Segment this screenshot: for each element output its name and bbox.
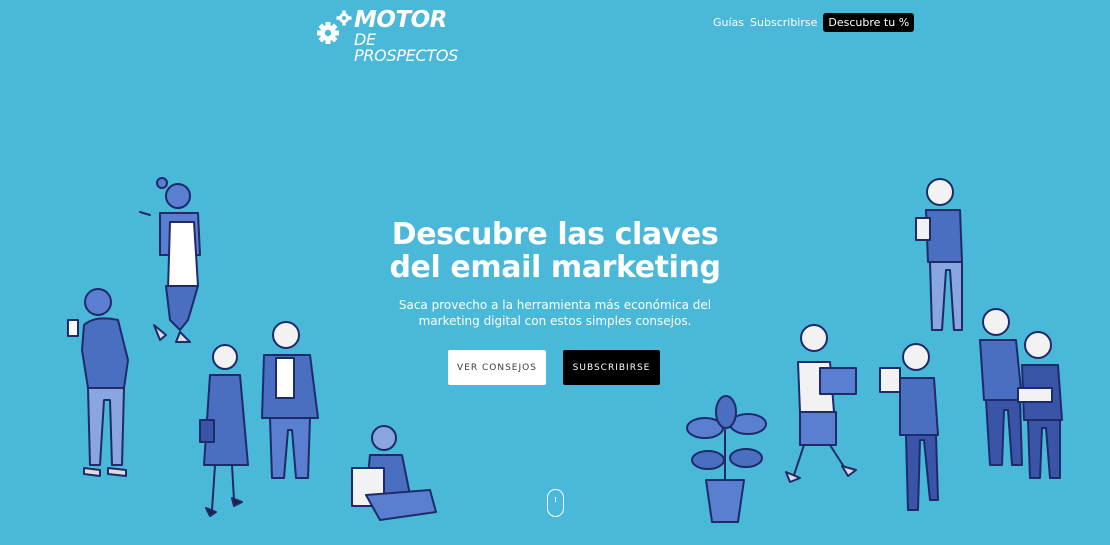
logo-subtitle: DE PROSPECTOS (354, 30, 458, 65)
person-headphones-illustration (67, 288, 129, 477)
site-logo[interactable]: MOTOR DE PROSPECTOS (316, 9, 468, 64)
nav-link-subscribirse[interactable]: Subscribirse (750, 16, 817, 29)
person-notebook-illustration (915, 178, 963, 331)
logo-title: MOTOR (354, 7, 447, 33)
subscribirse-button[interactable]: SUBSCRIBIRSE (563, 350, 660, 385)
nav-cta-button[interactable]: Descubre tu % (823, 13, 915, 32)
hero-subtitle-line2: marketing digital con estos simples cons… (418, 314, 692, 328)
person-bearded-illustration (785, 324, 857, 483)
hero-title-line1: Descubre las claves (391, 217, 719, 252)
main-nav: Guías Subscribirse Descubre tu % (713, 13, 915, 32)
nav-link-guias[interactable]: Guías (713, 16, 744, 29)
hero-subtitle-line1: Saca provecho a la herramienta más econó… (398, 298, 712, 312)
scroll-down-icon[interactable] (547, 489, 564, 517)
person-apron-illustration (139, 177, 201, 343)
hero-title: Descubre las claves del email marketing (330, 218, 780, 284)
ver-consejos-button[interactable]: VER CONSEJOS (448, 350, 546, 385)
person-tablet-illustration (879, 343, 939, 511)
logo-text: MOTOR DE PROSPECTOS (354, 9, 468, 64)
gears-icon (316, 9, 354, 47)
plant-illustration (686, 395, 767, 523)
person-couple-illustration (979, 308, 1063, 479)
person-dress-illustration (199, 344, 249, 517)
site-header: MOTOR DE PROSPECTOS Guías Subscribirse D… (0, 0, 1110, 64)
hero-subtitle: Saca provecho a la herramienta más econó… (380, 297, 730, 329)
person-laptop-illustration (351, 425, 437, 521)
hero-title-line2: del email marketing (389, 250, 721, 285)
person-suit-illustration (261, 321, 319, 479)
